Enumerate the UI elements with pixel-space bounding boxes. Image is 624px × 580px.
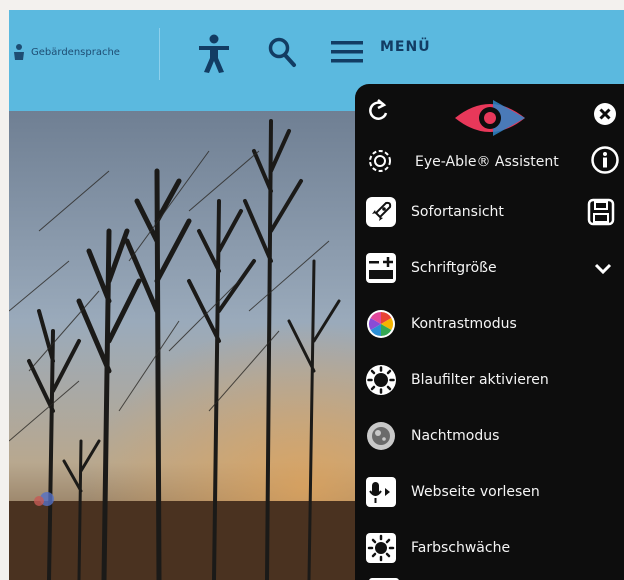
page-viewport: Gebärdensprache MENÜ Eye-Able® Assistent…: [9, 10, 624, 580]
contrast-icon: [365, 308, 397, 340]
menu-item-label: Nachtmodus: [411, 428, 500, 444]
sign-language-icon: [14, 44, 24, 60]
menu-item-label: Blaufilter aktivieren: [411, 372, 549, 388]
menu-item-label: Sofortansicht: [411, 204, 504, 220]
sign-language-label: Gebärdensprache: [31, 46, 120, 58]
color-weakness-icon: [365, 532, 397, 564]
menu-item-label: Webseite vorlesen: [411, 484, 540, 500]
rocket-icon: [365, 196, 397, 228]
menu-item-blaufilter[interactable]: Blaufilter aktivieren: [365, 360, 615, 400]
close-icon[interactable]: [593, 102, 617, 126]
panel-title: Eye-Able® Assistent: [415, 154, 559, 170]
reset-icon[interactable]: [367, 98, 389, 124]
eye-able-assistant-panel: Eye-Able® Assistent Sofortansicht Schrif…: [355, 84, 624, 580]
menu-button-label[interactable]: MENÜ: [380, 39, 431, 55]
accessibility-icon[interactable]: [197, 34, 231, 74]
menu-item-label: Kontrastmodus: [411, 316, 517, 332]
menu-item-label: Schriftgröße: [411, 260, 497, 276]
info-icon[interactable]: [591, 146, 619, 174]
text-size-icon: [365, 252, 397, 284]
search-icon[interactable]: [267, 36, 297, 68]
hamburger-menu-icon[interactable]: [331, 39, 363, 65]
eye-able-logo: [455, 100, 525, 136]
blue-filter-icon: [365, 364, 397, 396]
menu-item-nachtmodus[interactable]: Nachtmodus: [365, 416, 615, 456]
menu-item-label: Farbschwäche: [411, 540, 511, 556]
read-aloud-icon: [365, 476, 397, 508]
sign-language-link[interactable]: Gebärdensprache: [11, 40, 120, 64]
header-divider: [159, 28, 160, 80]
menu-item-webseite-vorlesen[interactable]: Webseite vorlesen: [365, 472, 615, 512]
save-icon[interactable]: [587, 198, 615, 226]
menu-item-farbschwaeche[interactable]: Farbschwäche: [365, 528, 615, 568]
menu-item-kontrastmodus[interactable]: Kontrastmodus: [365, 304, 615, 344]
night-mode-icon: [365, 420, 397, 452]
menu-item-sofortansicht[interactable]: Sofortansicht: [365, 192, 615, 232]
chevron-down-icon[interactable]: [591, 257, 615, 281]
menu-item-schriftgroesse[interactable]: Schriftgröße: [365, 248, 615, 288]
settings-icon[interactable]: [367, 148, 393, 174]
